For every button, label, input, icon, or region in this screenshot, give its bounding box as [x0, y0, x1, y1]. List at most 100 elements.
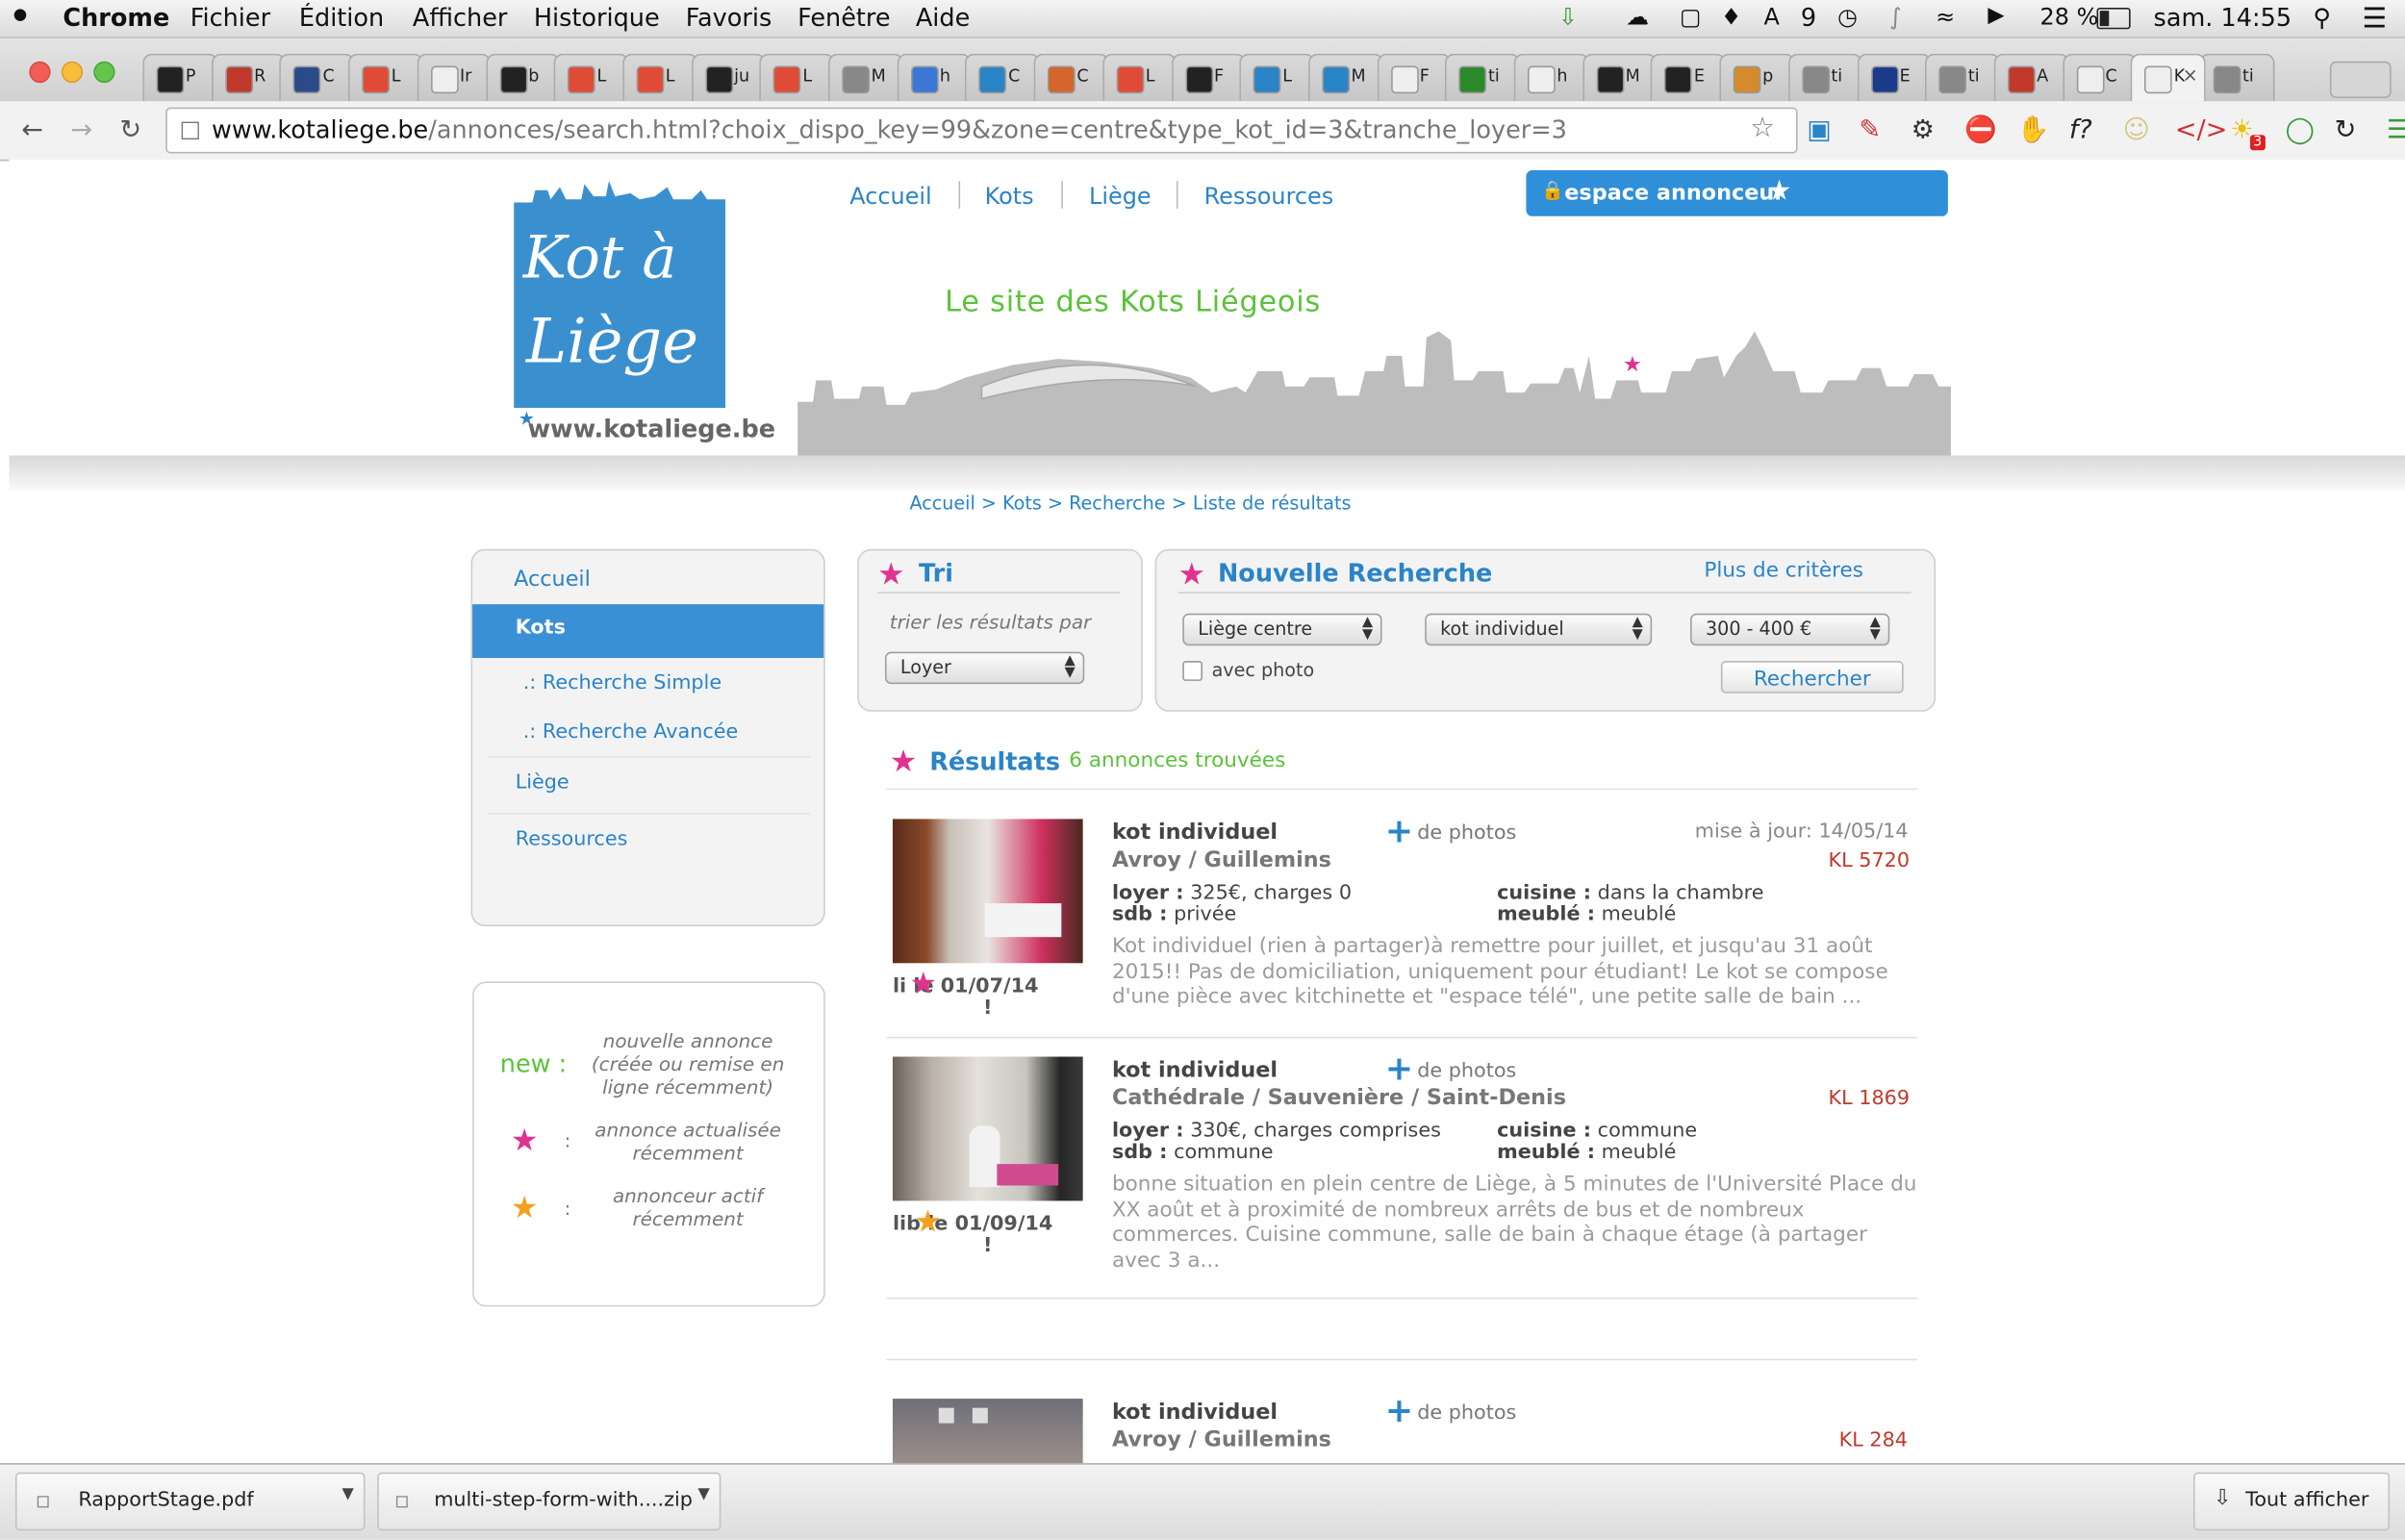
result-thumbnail[interactable] [892, 1056, 1083, 1201]
plus-icon[interactable]: + [1385, 1393, 1413, 1431]
site-logo[interactable]: Kot à Liège [514, 181, 726, 409]
close-window-button[interactable] [29, 61, 51, 84]
browser-tab[interactable]: Ir [417, 53, 492, 102]
browser-tab[interactable]: b [485, 53, 561, 102]
menu-historique[interactable]: Historique [534, 3, 660, 32]
ext-gear-icon[interactable]: ⚙ [1911, 115, 1935, 146]
price-select[interactable]: 300 - 400 € ▲ ▼ [1690, 613, 1890, 646]
espace-annonceur-button[interactable]: 🔒 espace annonceur ★ [1526, 169, 1948, 216]
menu-icon[interactable]: ☰ [2387, 115, 2405, 146]
more-photos-link[interactable]: de photos [1417, 822, 1516, 846]
browser-tab[interactable]: C [2062, 53, 2138, 102]
close-tab-icon[interactable]: × [2183, 64, 2198, 86]
show-all-downloads-button[interactable]: ⇩ Tout afficher [2192, 1472, 2391, 1531]
ext-eyedropper-icon[interactable]: ✎ [1859, 115, 1881, 146]
browser-tab[interactable]: ti [1445, 53, 1521, 102]
browser-tab[interactable]: P [142, 53, 217, 102]
result-thumbnail[interactable] [892, 819, 1083, 964]
sidebar-item-recherche-avancee[interactable]: .: Recherche Avancée [523, 720, 739, 744]
download-status-icon[interactable]: ⇩ [1558, 3, 1578, 31]
download-item[interactable]: ▫ multi-step-form-with....zip ▼ [377, 1472, 722, 1531]
browser-tab[interactable]: ti [2199, 53, 2274, 102]
wifi-icon[interactable]: ≈ [1936, 3, 1955, 31]
browser-tab[interactable]: E [1651, 53, 1726, 102]
ext-code-icon[interactable]: </> [2175, 115, 2228, 146]
browser-tab[interactable]: L [759, 53, 835, 102]
ext-timer-icon[interactable]: ◯ [2286, 115, 2315, 146]
nav-kots[interactable]: Kots [985, 183, 1034, 211]
browser-tab[interactable]: C [965, 53, 1041, 102]
ext-hand-icon[interactable]: ✋ [2017, 115, 2050, 146]
address-bar[interactable]: □ www.kotaliege.be/annonces/search.html?… [165, 107, 1798, 154]
breadcrumb-recherche[interactable]: Recherche [1069, 492, 1165, 514]
browser-tab[interactable]: M [827, 53, 903, 102]
photo-checkbox-label[interactable]: avec photo [1212, 660, 1315, 681]
browser-tab[interactable]: L [348, 53, 423, 102]
new-tab-button[interactable] [2329, 61, 2392, 99]
browser-tab[interactable]: C [279, 53, 355, 102]
chevron-down-icon[interactable]: ▼ [697, 1486, 709, 1503]
more-photos-link[interactable]: de photos [1417, 1060, 1516, 1083]
browser-tab[interactable]: ti [1925, 53, 2000, 102]
browser-tab[interactable]: A [1993, 53, 2069, 102]
tri-select[interactable]: Loyer ▲ ▼ [884, 651, 1085, 685]
browser-tab[interactable]: ju [691, 53, 767, 102]
bluetooth-icon[interactable]: ∫ [1889, 3, 1901, 31]
browser-tab[interactable]: F [1171, 53, 1246, 102]
browser-tab[interactable]: E [1857, 53, 1932, 102]
browser-tab[interactable]: L [1239, 53, 1315, 102]
browser-tab[interactable]: L [1102, 53, 1177, 102]
download-item[interactable]: ▫ RapportStage.pdf ▼ [14, 1472, 366, 1531]
browser-tab[interactable]: L [553, 53, 629, 102]
sidebar-item-kots[interactable]: Kots [472, 604, 824, 658]
ext-sync-icon[interactable]: ↻ [2335, 115, 2357, 146]
browser-tab[interactable]: R [211, 53, 287, 102]
zone-select[interactable]: Liège centre ▲ ▼ [1182, 613, 1382, 646]
ext-fx-icon[interactable]: f? [2069, 115, 2092, 146]
bookmark-star-icon[interactable]: ☆ [1750, 112, 1775, 143]
photo-checkbox[interactable] [1182, 661, 1203, 681]
nav-ressources[interactable]: Ressources [1204, 183, 1334, 211]
clock[interactable]: sam. 14:55 [2154, 3, 2292, 32]
spotlight-icon[interactable]: ⚲ [2313, 3, 2331, 32]
result-type[interactable]: kot individuel [1112, 820, 1278, 846]
ext-stop-icon[interactable]: ⛔ [1964, 115, 1997, 146]
ext-folder-icon[interactable]: ▣ [1807, 115, 1832, 146]
adobe-icon[interactable]: A [1764, 3, 1780, 31]
breadcrumb-accueil[interactable]: Accueil [909, 492, 975, 514]
menu-edition[interactable]: Édition [299, 3, 384, 32]
sidebar-item-liege[interactable]: Liège [516, 771, 570, 795]
result-thumbnail[interactable] [892, 1399, 1083, 1464]
logo-url[interactable]: www.kotaliege.be [527, 414, 775, 442]
browser-tab[interactable]: h [1513, 53, 1589, 102]
nav-liege[interactable]: Liège [1089, 183, 1152, 211]
menu-fenetre[interactable]: Fenêtre [797, 3, 890, 32]
apple-icon[interactable]: ⚫ [10, 2, 32, 33]
browser-tab[interactable]: M [1307, 53, 1383, 102]
plus-icon[interactable]: + [1385, 813, 1413, 851]
minimize-window-button[interactable] [61, 61, 84, 84]
sidebar-item-recherche-simple[interactable]: .: Recherche Simple [523, 671, 722, 694]
time-machine-icon[interactable]: ◷ [1837, 3, 1858, 31]
menu-afficher[interactable]: Afficher [413, 3, 508, 32]
forward-icon[interactable]: → [70, 115, 92, 146]
menu-fichier[interactable]: Fichier [190, 3, 270, 32]
browser-tab[interactable]: F [1377, 53, 1452, 102]
volume-icon[interactable]: ▶ [1987, 3, 2004, 28]
browser-tab[interactable]: ti [1787, 53, 1863, 102]
browser-tab[interactable]: K × [2131, 53, 2206, 102]
result-type[interactable]: kot individuel [1112, 1401, 1278, 1426]
url-text[interactable]: www.kotaliege.be/annonces/search.html?ch… [212, 115, 1567, 144]
cloud-icon[interactable]: ☁ [1626, 3, 1649, 31]
back-icon[interactable]: ← [21, 115, 43, 146]
result-type[interactable]: kot individuel [1112, 1058, 1278, 1083]
type-select[interactable]: kot individuel ▲ ▼ [1425, 613, 1653, 646]
zoom-window-button[interactable] [93, 61, 115, 84]
browser-tab[interactable]: p [1719, 53, 1795, 102]
browser-tab[interactable]: C [1033, 53, 1109, 102]
reload-icon[interactable]: ↻ [119, 115, 141, 146]
plus-icon[interactable]: + [1385, 1050, 1413, 1089]
bell-icon[interactable]: ♦ [1721, 3, 1741, 31]
notification-center-icon[interactable]: ☰ [2362, 3, 2387, 35]
browser-tab[interactable]: h [897, 53, 972, 102]
